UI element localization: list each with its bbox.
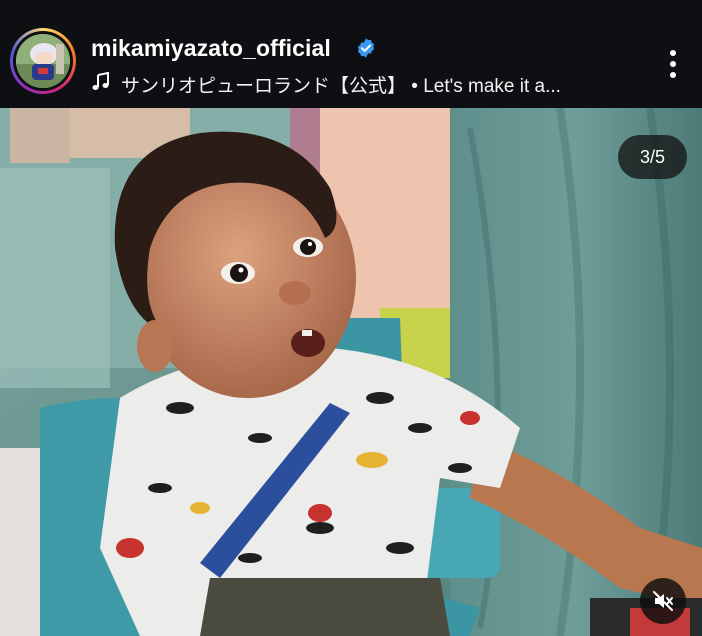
post-photo[interactable] <box>0 108 702 636</box>
verified-icon <box>357 38 375 58</box>
mute-button[interactable] <box>640 578 686 624</box>
story-ring[interactable] <box>10 28 76 94</box>
post-header: mikamiyazato_official サンリオピューロランド【公式】 • … <box>0 0 702 108</box>
music-note-icon <box>92 72 109 90</box>
mute-icon <box>653 591 673 611</box>
avatar[interactable] <box>16 34 70 88</box>
audio-track-label[interactable]: サンリオピューロランド【公式】 • Let's make it a... <box>121 71 561 98</box>
instagram-post: mikamiyazato_official サンリオピューロランド【公式】 • … <box>0 0 702 636</box>
more-options-icon[interactable] <box>660 46 686 82</box>
carousel-counter: 3/5 <box>618 135 687 179</box>
username[interactable]: mikamiyazato_official <box>91 35 331 62</box>
